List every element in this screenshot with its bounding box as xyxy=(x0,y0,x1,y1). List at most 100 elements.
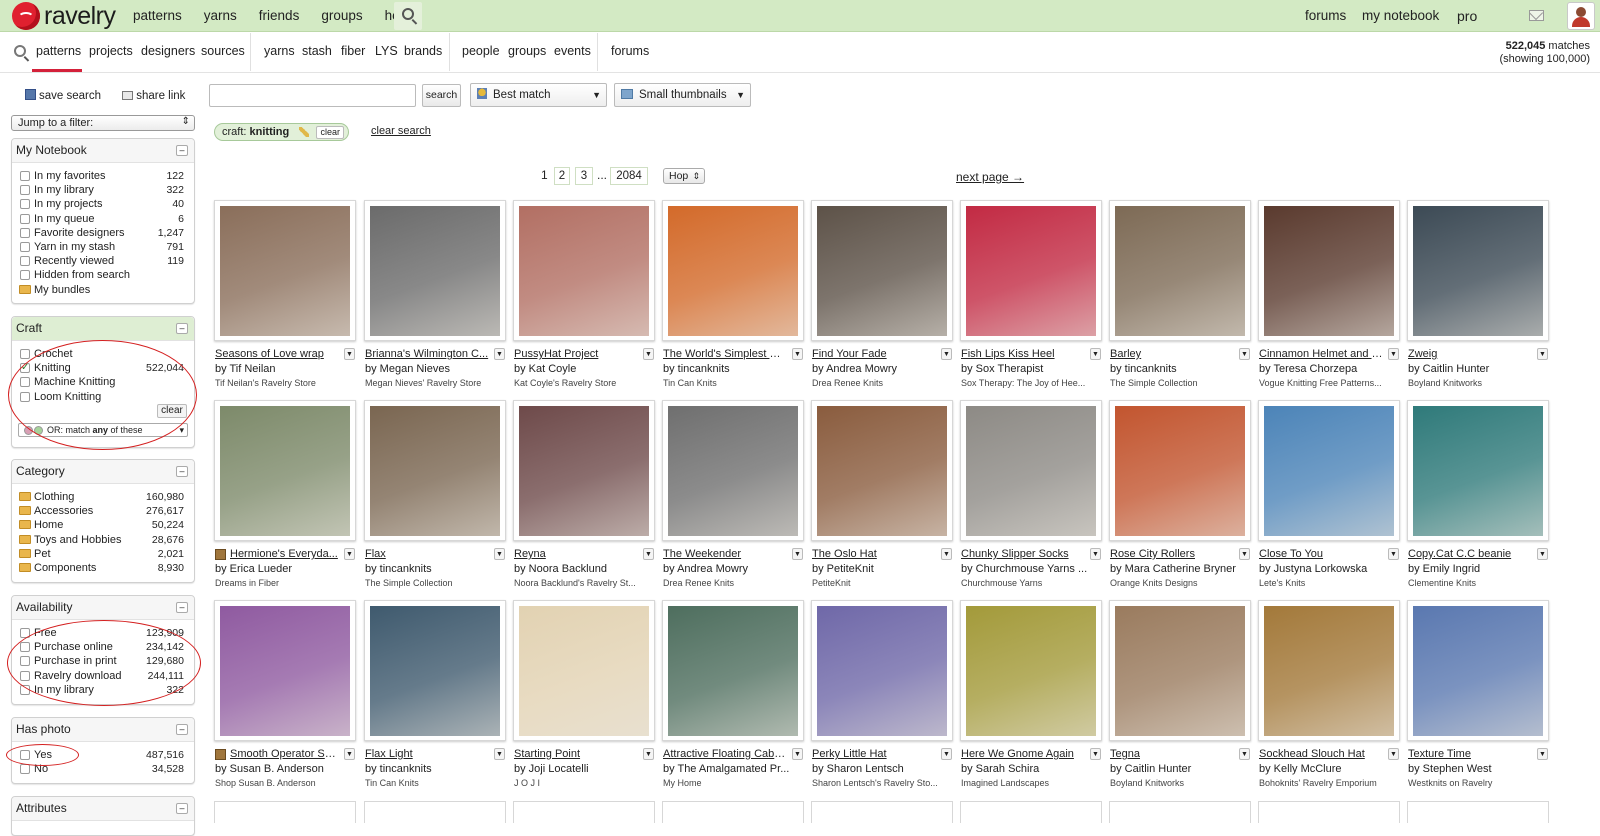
brand-name[interactable]: ravelry xyxy=(44,2,116,31)
pattern-menu-button[interactable]: ▼ xyxy=(1537,348,1548,360)
sort-select[interactable]: Best match ▼ xyxy=(470,83,607,107)
checkbox[interactable] xyxy=(20,270,30,281)
pattern-title-link[interactable]: Seasons of Love wrap xyxy=(215,348,339,360)
next-page-link[interactable]: next page → xyxy=(956,170,1024,184)
category-item[interactable]: Toys and Hobbies 28,676 xyxy=(12,533,194,547)
subnav-sources[interactable]: sources xyxy=(201,44,245,58)
pattern-source[interactable]: Boyland Knitworks xyxy=(1110,778,1250,788)
notebook-item[interactable]: Favorite designers 1,247 xyxy=(12,226,194,240)
pattern-thumbnail[interactable] xyxy=(662,801,804,823)
page-link-last[interactable]: 2084 xyxy=(610,167,648,185)
pattern-designer[interactable]: by Susan B. Anderson xyxy=(215,763,355,775)
pattern-title-link[interactable]: Starting Point xyxy=(514,748,638,760)
pattern-source[interactable]: Drea Renee Knits xyxy=(812,378,952,388)
pattern-source[interactable]: Dreams in Fiber xyxy=(215,578,355,588)
view-select[interactable]: Small thumbnails ▼ xyxy=(614,83,751,107)
collapse-icon[interactable]: – xyxy=(176,323,188,334)
category-item[interactable]: Accessories 276,617 xyxy=(12,504,194,518)
save-search-button[interactable]: save search xyxy=(25,89,101,102)
pattern-photo[interactable] xyxy=(1413,606,1543,736)
pattern-photo[interactable] xyxy=(668,606,798,736)
hop-select[interactable]: Hop ⇕ xyxy=(663,168,705,184)
pattern-menu-button[interactable]: ▼ xyxy=(1388,748,1399,760)
folder-icon[interactable] xyxy=(19,284,31,294)
pattern-source[interactable]: Orange Knits Designs xyxy=(1110,578,1250,588)
subnav-brands[interactable]: brands xyxy=(404,44,442,58)
pattern-photo[interactable] xyxy=(966,206,1096,336)
pattern-photo[interactable] xyxy=(1264,206,1394,336)
pattern-photo[interactable] xyxy=(966,606,1096,736)
pattern-photo[interactable] xyxy=(817,406,947,536)
pattern-thumbnail[interactable] xyxy=(960,200,1102,341)
checkbox[interactable] xyxy=(20,241,30,252)
pattern-source[interactable]: Bohoknits' Ravelry Emporium xyxy=(1259,778,1399,788)
checkbox[interactable] xyxy=(20,227,30,238)
subnav-stash[interactable]: stash xyxy=(302,44,332,58)
pattern-menu-button[interactable]: ▼ xyxy=(1239,348,1250,360)
pattern-designer[interactable]: by The Amalgamated Pr... xyxy=(663,763,803,775)
folder-icon[interactable] xyxy=(19,534,31,544)
pattern-designer[interactable]: by Justyna Lorkowska xyxy=(1259,563,1399,575)
pattern-menu-button[interactable]: ▼ xyxy=(344,748,355,760)
pattern-thumbnail[interactable] xyxy=(1407,600,1549,741)
subnav-designers[interactable]: designers xyxy=(141,44,195,58)
pattern-thumbnail[interactable] xyxy=(1407,801,1549,823)
category-item[interactable]: Pet 2,021 xyxy=(12,547,194,561)
subnav-forums[interactable]: forums xyxy=(611,44,649,58)
pattern-photo[interactable] xyxy=(1115,406,1245,536)
pattern-title-link[interactable]: Smooth Operator So... xyxy=(215,748,339,760)
top-nav-friends[interactable]: friends xyxy=(259,8,300,23)
pattern-menu-button[interactable]: ▼ xyxy=(494,748,505,760)
collapse-icon[interactable]: – xyxy=(176,724,188,735)
pattern-designer[interactable]: by Caitlin Hunter xyxy=(1408,363,1548,375)
notebook-item[interactable]: In my queue 6 xyxy=(12,212,194,226)
notebook-item[interactable]: In my favorites 122 xyxy=(12,169,194,183)
notebook-item[interactable]: Yarn in my stash 791 xyxy=(12,240,194,254)
pattern-thumbnail[interactable] xyxy=(513,801,655,823)
pattern-menu-button[interactable]: ▼ xyxy=(344,548,355,560)
pattern-menu-button[interactable]: ▼ xyxy=(941,348,952,360)
pattern-thumbnail[interactable] xyxy=(364,600,506,741)
folder-icon[interactable] xyxy=(19,562,31,572)
pattern-title-link[interactable]: Chunky Slipper Socks xyxy=(961,548,1085,560)
subnav-events[interactable]: events xyxy=(554,44,591,58)
pattern-menu-button[interactable]: ▼ xyxy=(643,348,654,360)
pattern-menu-button[interactable]: ▼ xyxy=(344,348,355,360)
pattern-designer[interactable]: by tincanknits xyxy=(1110,363,1250,375)
pattern-photo[interactable] xyxy=(1264,406,1394,536)
pattern-thumbnail[interactable] xyxy=(513,400,655,541)
pattern-source[interactable]: Tif Neilan's Ravelry Store xyxy=(215,378,355,388)
pattern-designer[interactable]: by Andrea Mowry xyxy=(663,563,803,575)
top-pro-link[interactable]: pro xyxy=(1457,8,1477,24)
pattern-photo[interactable] xyxy=(370,206,500,336)
pattern-thumbnail[interactable] xyxy=(662,400,804,541)
pattern-menu-button[interactable]: ▼ xyxy=(1239,548,1250,560)
notebook-item[interactable]: In my library 322 xyxy=(12,183,194,197)
pattern-thumbnail[interactable] xyxy=(960,400,1102,541)
pattern-photo[interactable] xyxy=(1264,606,1394,736)
pattern-title-link[interactable]: Find Your Fade xyxy=(812,348,936,360)
pattern-menu-button[interactable]: ▼ xyxy=(494,348,505,360)
panel-title[interactable]: Availability – xyxy=(12,596,194,620)
pattern-menu-button[interactable]: ▼ xyxy=(643,748,654,760)
pattern-thumbnail[interactable] xyxy=(214,200,356,341)
pattern-menu-button[interactable]: ▼ xyxy=(1090,548,1101,560)
pattern-title-link[interactable]: Attractive Floating Cables xyxy=(663,748,787,760)
pattern-title-link[interactable]: Brianna's Wilmington C... xyxy=(365,348,489,360)
checkbox[interactable] xyxy=(20,213,30,224)
pattern-source[interactable]: Churchmouse Yarns xyxy=(961,578,1101,588)
avatar[interactable] xyxy=(1567,2,1595,30)
pattern-title-link[interactable]: Copy.Cat C.C beanie xyxy=(1408,548,1532,560)
filter-chip-craft[interactable]: craft: knitting clear xyxy=(214,123,349,141)
panel-title[interactable]: Craft – xyxy=(12,317,194,341)
subnav-patterns[interactable]: patterns xyxy=(36,44,81,58)
pattern-title-link[interactable]: Hermione's Everyda... xyxy=(215,548,339,560)
pencil-icon[interactable] xyxy=(299,127,309,137)
pattern-title-link[interactable]: Here We Gnome Again xyxy=(961,748,1085,760)
category-item[interactable]: Components 8,930 xyxy=(12,561,194,575)
pattern-title-link[interactable]: PussyHat Project xyxy=(514,348,638,360)
panel-title[interactable]: Attributes – xyxy=(12,797,194,821)
pattern-thumbnail[interactable] xyxy=(1109,801,1251,823)
category-item[interactable]: Clothing 160,980 xyxy=(12,490,194,504)
checkbox[interactable] xyxy=(20,349,30,359)
